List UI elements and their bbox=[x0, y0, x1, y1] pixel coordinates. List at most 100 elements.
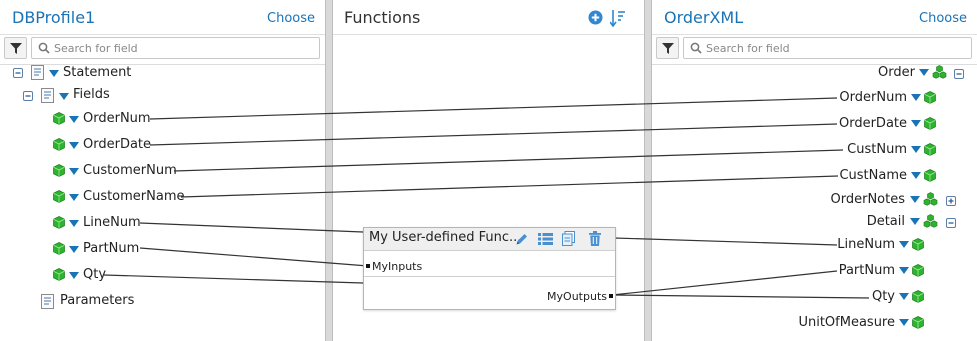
target-field-ordernum[interactable]: OrderNum bbox=[652, 88, 977, 108]
dropdown-arrow-icon[interactable] bbox=[69, 142, 79, 149]
field-label: CustomerName bbox=[83, 189, 185, 204]
dropdown-arrow-icon[interactable] bbox=[69, 220, 79, 227]
field-label: OrderDate bbox=[83, 137, 152, 152]
field-cube-icon bbox=[924, 91, 936, 104]
target-search-input[interactable] bbox=[706, 39, 969, 57]
dropdown-arrow-icon[interactable] bbox=[69, 168, 79, 175]
tree-node-statement[interactable]: Statement bbox=[0, 63, 325, 83]
dropdown-arrow-icon[interactable] bbox=[69, 194, 79, 201]
source-field-customernum[interactable]: CustomerNum bbox=[0, 161, 325, 181]
target-group-ordernotes[interactable]: OrderNotes bbox=[652, 190, 977, 210]
source-filter-button[interactable] bbox=[4, 37, 27, 59]
copy-icon[interactable] bbox=[562, 231, 575, 246]
target-search-row bbox=[652, 34, 977, 65]
field-cube-icon bbox=[53, 164, 65, 177]
source-field-customername[interactable]: CustomerName bbox=[0, 187, 325, 207]
field-label: Qty bbox=[871, 289, 895, 304]
field-label: CustNum bbox=[847, 142, 907, 157]
record-icon bbox=[41, 88, 54, 103]
target-field-custnum[interactable]: CustNum bbox=[652, 140, 977, 160]
search-icon bbox=[690, 42, 702, 54]
source-field-partnum[interactable]: PartNum bbox=[0, 239, 325, 259]
filter-icon bbox=[662, 43, 674, 54]
function-box[interactable]: My User-defined Func... MyInputs MyOutpu… bbox=[363, 227, 616, 310]
dropdown-arrow-icon[interactable] bbox=[911, 120, 921, 127]
source-field-ordernum[interactable]: OrderNum bbox=[0, 109, 325, 129]
function-divider bbox=[364, 276, 615, 277]
group-label: Order bbox=[878, 65, 915, 80]
field-cube-icon bbox=[912, 238, 924, 251]
record-icon bbox=[41, 294, 54, 309]
field-label: LineNum bbox=[83, 215, 141, 230]
sort-icon[interactable] bbox=[610, 9, 626, 27]
collapse-toggle-icon[interactable] bbox=[946, 218, 956, 228]
output-port[interactable] bbox=[609, 294, 613, 298]
dropdown-arrow-icon[interactable] bbox=[69, 116, 79, 123]
group-cubes-icon bbox=[932, 65, 947, 79]
dropdown-arrow-icon[interactable] bbox=[919, 69, 929, 76]
list-icon[interactable] bbox=[538, 233, 553, 245]
dropdown-arrow-icon[interactable] bbox=[69, 272, 79, 279]
field-cube-icon bbox=[912, 316, 924, 329]
source-search-input[interactable] bbox=[54, 39, 317, 57]
expand-toggle-icon[interactable] bbox=[946, 196, 956, 206]
field-cube-icon bbox=[924, 143, 936, 156]
tree-node-parameters[interactable]: Parameters bbox=[0, 291, 325, 311]
plus-circle-icon[interactable] bbox=[588, 10, 603, 25]
field-label: OrderDate bbox=[838, 116, 907, 131]
target-group-detail[interactable]: Detail bbox=[652, 212, 977, 232]
target-field-linenum[interactable]: LineNum bbox=[652, 235, 977, 255]
source-field-orderdate[interactable]: OrderDate bbox=[0, 135, 325, 155]
dropdown-arrow-icon[interactable] bbox=[899, 319, 909, 326]
target-field-unitofmeasure[interactable]: UnitOfMeasure bbox=[652, 313, 977, 333]
dropdown-arrow-icon[interactable] bbox=[911, 146, 921, 153]
dropdown-arrow-icon[interactable] bbox=[899, 293, 909, 300]
source-search-box[interactable] bbox=[31, 37, 320, 59]
target-field-custname[interactable]: CustName bbox=[652, 166, 977, 186]
filter-icon bbox=[10, 43, 22, 54]
dropdown-arrow-icon[interactable] bbox=[910, 218, 920, 225]
tree-node-label: Fields bbox=[73, 87, 110, 102]
target-field-orderdate[interactable]: OrderDate bbox=[652, 114, 977, 134]
target-filter-button[interactable] bbox=[656, 37, 679, 59]
target-choose-link[interactable]: Choose bbox=[919, 11, 967, 26]
dropdown-arrow-icon[interactable] bbox=[911, 94, 921, 101]
pane-splitter[interactable] bbox=[644, 0, 652, 341]
group-label: OrderNotes bbox=[830, 192, 906, 207]
edit-icon[interactable] bbox=[515, 232, 529, 246]
target-search-box[interactable] bbox=[683, 37, 972, 59]
target-field-partnum[interactable]: PartNum bbox=[652, 261, 977, 281]
source-search-row bbox=[0, 34, 325, 65]
input-port[interactable] bbox=[366, 264, 370, 268]
field-label: UnitOfMeasure bbox=[798, 315, 895, 330]
dropdown-arrow-icon[interactable] bbox=[910, 196, 920, 203]
function-header[interactable]: My User-defined Func... bbox=[364, 228, 615, 251]
collapse-toggle-icon[interactable] bbox=[13, 68, 23, 78]
field-cube-icon bbox=[53, 138, 65, 151]
target-field-qty[interactable]: Qty bbox=[652, 287, 977, 307]
collapse-toggle-icon[interactable] bbox=[954, 69, 964, 79]
dropdown-arrow-icon[interactable] bbox=[899, 241, 909, 248]
field-cube-icon bbox=[912, 290, 924, 303]
field-cube-icon bbox=[53, 242, 65, 255]
collapse-toggle-icon[interactable] bbox=[23, 91, 33, 101]
dropdown-arrow-icon[interactable] bbox=[911, 172, 921, 179]
source-field-linenum[interactable]: LineNum bbox=[0, 213, 325, 233]
field-cube-icon bbox=[912, 264, 924, 277]
field-label: CustomerNum bbox=[83, 163, 177, 178]
target-group-order[interactable]: Order bbox=[652, 63, 977, 83]
dropdown-arrow-icon[interactable] bbox=[49, 70, 59, 77]
tree-node-label: Statement bbox=[63, 65, 132, 80]
dropdown-arrow-icon[interactable] bbox=[899, 267, 909, 274]
field-label: OrderNum bbox=[83, 111, 151, 126]
field-cube-icon bbox=[924, 169, 936, 182]
pane-splitter[interactable] bbox=[325, 0, 333, 341]
dropdown-arrow-icon[interactable] bbox=[69, 246, 79, 253]
source-field-qty[interactable]: Qty bbox=[0, 265, 325, 285]
tree-node-fields[interactable]: Fields bbox=[0, 85, 325, 105]
dropdown-arrow-icon[interactable] bbox=[59, 93, 69, 100]
tree-node-label: Parameters bbox=[60, 293, 135, 308]
field-cube-icon bbox=[53, 190, 65, 203]
source-choose-link[interactable]: Choose bbox=[267, 11, 315, 26]
delete-icon[interactable] bbox=[589, 231, 601, 246]
